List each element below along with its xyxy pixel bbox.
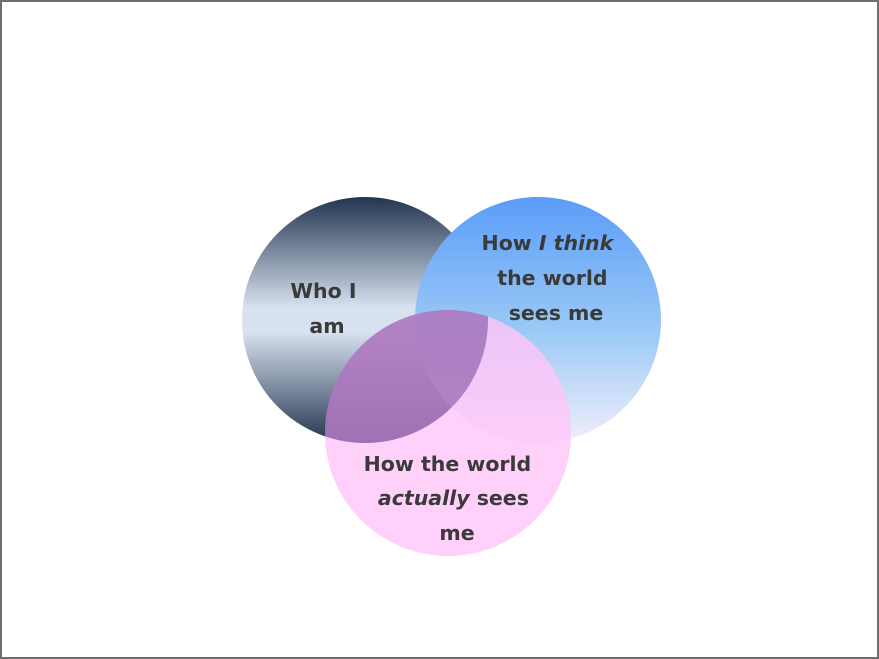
venn-diagram: Who I am How I think the world sees me H… [242,197,661,556]
label-how-i-think-line-1: How I think [482,231,615,255]
label-how-world-actually-line-1: How the world [364,452,532,476]
label-who-i-am-line-1: Who I [290,279,356,303]
label-who-i-am-line-2: am [309,314,344,338]
label-how-world-actually-line-3: me [439,521,474,545]
label-how-world-actually-line-2: actually sees [378,486,529,510]
label-how-i-think-line-2: the world [497,266,607,290]
label-how-i-think-line-3: sees me [509,301,604,325]
